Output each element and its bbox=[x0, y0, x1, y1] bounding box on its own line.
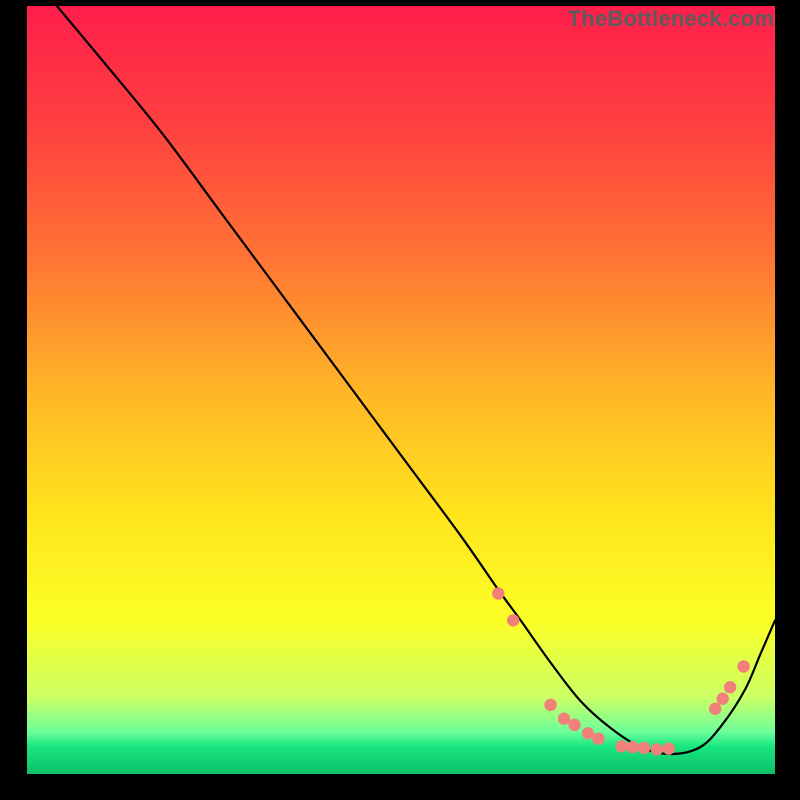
chart-plot bbox=[27, 6, 775, 774]
chart-marker bbox=[724, 681, 736, 693]
chart-marker bbox=[568, 719, 580, 731]
chart-frame bbox=[27, 6, 775, 774]
chart-marker bbox=[492, 587, 504, 599]
chart-marker bbox=[663, 742, 675, 754]
chart-marker bbox=[615, 740, 627, 752]
chart-marker bbox=[651, 743, 663, 755]
chart-marker bbox=[544, 699, 556, 711]
chart-marker bbox=[709, 703, 721, 715]
chart-marker bbox=[558, 713, 570, 725]
chart-marker bbox=[507, 614, 519, 626]
chart-marker bbox=[638, 742, 650, 754]
chart-marker bbox=[627, 741, 639, 753]
watermark-text: TheBottleneck.com bbox=[568, 6, 774, 32]
chart-marker bbox=[582, 727, 594, 739]
chart-marker bbox=[592, 732, 604, 744]
chart-background bbox=[27, 6, 775, 774]
chart-marker bbox=[716, 693, 728, 705]
chart-marker bbox=[737, 660, 749, 672]
